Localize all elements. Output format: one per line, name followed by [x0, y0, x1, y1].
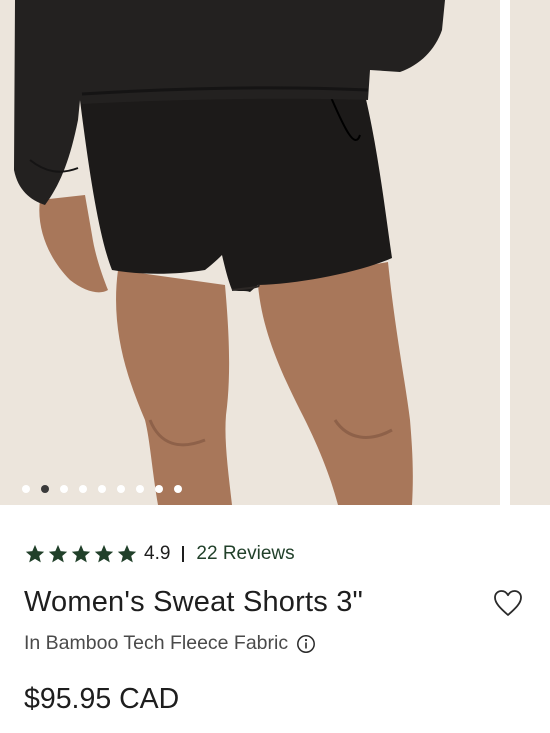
- gallery-dot[interactable]: [22, 485, 30, 493]
- product-image[interactable]: [0, 0, 500, 505]
- reviews-link[interactable]: 22 Reviews: [196, 543, 294, 565]
- rating-value: 4.9: [144, 543, 171, 564]
- star-icon: [48, 544, 68, 563]
- model-photo: [14, 0, 445, 505]
- heart-icon[interactable]: [492, 588, 524, 618]
- info-icon[interactable]: [296, 634, 316, 654]
- fabric-label: In Bamboo Tech Fleece Fabric: [24, 632, 289, 654]
- product-price: $95.95 CAD: [24, 683, 180, 715]
- gallery-dot[interactable]: [136, 485, 144, 493]
- gallery-pagination-dots: [22, 485, 182, 493]
- gallery-dot[interactable]: [174, 485, 182, 493]
- gallery-dot[interactable]: [60, 485, 68, 493]
- gallery-dot-active[interactable]: [41, 485, 49, 493]
- rating-summary[interactable]: 4.9 22 Reviews: [24, 540, 295, 568]
- star-icon: [71, 544, 91, 563]
- gallery-dot[interactable]: [155, 485, 163, 493]
- star-icon: [117, 544, 137, 563]
- rating-separator: [182, 546, 185, 562]
- product-image-gallery[interactable]: [0, 0, 550, 505]
- gallery-dot[interactable]: [79, 485, 87, 493]
- star-icon: [25, 544, 45, 563]
- product-title: Women's Sweat Shorts 3": [24, 586, 364, 618]
- next-product-image-peek[interactable]: [510, 0, 550, 505]
- star-rating: [24, 543, 138, 565]
- product-subtitle: In Bamboo Tech Fleece Fabric: [24, 632, 316, 655]
- gallery-dot[interactable]: [98, 485, 106, 493]
- star-icon: [94, 544, 114, 563]
- gallery-dot[interactable]: [117, 485, 125, 493]
